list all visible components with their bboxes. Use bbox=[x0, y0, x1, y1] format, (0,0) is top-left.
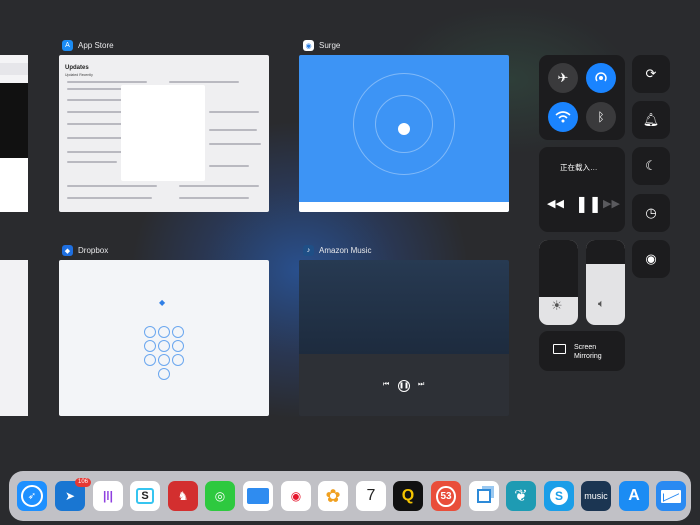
bluetooth-toggle[interactable]: ᛒ bbox=[586, 102, 616, 132]
modal-sheet bbox=[121, 85, 205, 181]
airplane-mode-toggle[interactable]: ✈ bbox=[548, 63, 578, 93]
amazon-music-icon[interactable]: music bbox=[581, 481, 611, 511]
camera-icon: ◉ bbox=[645, 251, 657, 266]
calendar-icon[interactable]: 7 bbox=[356, 481, 386, 511]
photos-icon[interactable]: ✿ bbox=[318, 481, 348, 511]
skype-icon[interactable]: S bbox=[544, 481, 574, 511]
safari-icon[interactable]: ➶ bbox=[17, 481, 47, 511]
squares-icon[interactable] bbox=[469, 481, 499, 511]
next-track-icon: ⏭ bbox=[418, 381, 425, 388]
rewind-button[interactable]: ◀◀ bbox=[547, 197, 564, 210]
spark-badge: 106 bbox=[74, 478, 91, 487]
spark-icon[interactable]: ➤ 106 bbox=[55, 478, 91, 511]
bluetooth-icon: ᛒ bbox=[597, 110, 605, 124]
surge-icon: ◉ bbox=[303, 40, 314, 51]
partial-app-card-top[interactable] bbox=[0, 55, 28, 212]
previous-track-icon: ⏮ bbox=[383, 381, 390, 388]
screen-mirroring-icon bbox=[553, 344, 566, 354]
surge-screenshot[interactable] bbox=[299, 55, 509, 212]
dropbox-icon: ◆ bbox=[62, 245, 73, 256]
q-icon[interactable]: Q bbox=[393, 481, 423, 511]
partial-app-card-bottom[interactable] bbox=[0, 260, 28, 416]
dock: ➶ ➤ 106 |ǀ| S ♞ ◎ ◉ ✿ 7 Q 53 ❦ S music A bbox=[9, 471, 691, 521]
moon-icon: ☾ bbox=[645, 158, 657, 173]
53-icon[interactable]: 53 bbox=[431, 481, 461, 511]
mail-icon[interactable] bbox=[656, 481, 686, 511]
speaker-icon: 🔈︎ bbox=[598, 298, 605, 310]
wifi-icon bbox=[555, 111, 571, 123]
fast-forward-button[interactable]: ▶▶ bbox=[603, 197, 620, 210]
app-card-title: ♪ Amazon Music bbox=[303, 245, 371, 256]
rotation-lock-toggle[interactable]: ⟳ bbox=[632, 55, 670, 93]
brightness-slider[interactable]: ☀ bbox=[539, 240, 578, 325]
amazon-music-icon: ♪ bbox=[303, 245, 314, 256]
app-store-icon[interactable]: A bbox=[619, 481, 649, 511]
screen-mirroring-button[interactable]: Screen Mirroring bbox=[539, 331, 625, 371]
pause-button[interactable]: ❚❚ bbox=[575, 194, 602, 214]
surge-tab-bar bbox=[299, 202, 509, 212]
tree-icon[interactable]: ❦ bbox=[506, 481, 536, 511]
timer-button[interactable]: ◷ bbox=[632, 194, 670, 232]
app-store-icon: A bbox=[62, 40, 73, 51]
play-pause-icon: ❚❚ bbox=[398, 380, 410, 392]
now-playing-title: 正在载入… bbox=[560, 163, 598, 172]
waveform-icon[interactable]: |ǀ| bbox=[93, 481, 123, 511]
wifi-toggle[interactable] bbox=[548, 102, 578, 132]
app-store-screenshot[interactable]: Updates Updated Recently bbox=[59, 55, 269, 212]
wechat-icon[interactable]: ◎ bbox=[205, 481, 235, 511]
weibo-icon[interactable]: ◉ bbox=[281, 481, 311, 511]
camera-button[interactable]: ◉ bbox=[632, 240, 670, 278]
app-card-title: A App Store bbox=[62, 40, 114, 51]
rotation-lock-icon: ⟳ bbox=[645, 66, 657, 81]
app-card-title: ◉ Surge bbox=[303, 40, 340, 51]
airdrop-icon bbox=[595, 72, 607, 82]
slack-icon[interactable]: S bbox=[130, 481, 160, 511]
do-not-disturb-toggle[interactable]: ☾ bbox=[632, 147, 670, 185]
timer-icon: ◷ bbox=[645, 205, 657, 220]
sun-icon: ☀ bbox=[551, 298, 563, 313]
airplane-icon: ✈ bbox=[557, 70, 569, 85]
folder-icon[interactable] bbox=[243, 481, 273, 511]
dropbox-logo-icon: ◆ bbox=[159, 298, 166, 307]
updates-heading: Updates bbox=[65, 65, 89, 71]
amazon-music-screenshot[interactable]: ⏮ ❚❚ ⏭ bbox=[299, 260, 509, 416]
dropbox-screenshot[interactable]: ◆ bbox=[59, 260, 269, 416]
connectivity-module: ✈ ᛒ bbox=[539, 55, 625, 140]
now-playing-module: 正在载入… ◀◀ ❚❚ ▶▶ bbox=[539, 147, 625, 232]
airdrop-toggle[interactable] bbox=[586, 63, 616, 93]
silent-mode-toggle[interactable]: 🔔︎ bbox=[632, 101, 670, 139]
app-card-title: ◆ Dropbox bbox=[62, 245, 108, 256]
bell-icon: 🔔︎ bbox=[642, 112, 660, 127]
updated-recently-label: Updated Recently bbox=[65, 73, 93, 77]
knight-icon[interactable]: ♞ bbox=[168, 481, 198, 511]
volume-slider[interactable]: 🔈︎ bbox=[586, 240, 625, 325]
